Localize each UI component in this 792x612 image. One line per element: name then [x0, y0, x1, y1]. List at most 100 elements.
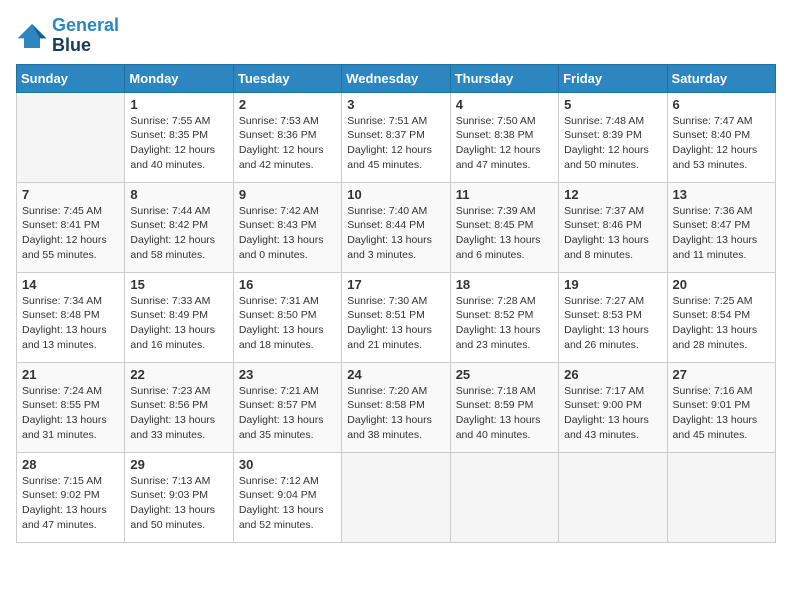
- calendar-cell: [17, 92, 125, 182]
- day-detail: Sunrise: 7:18 AMSunset: 8:59 PMDaylight:…: [456, 384, 553, 443]
- day-detail: Sunrise: 7:40 AMSunset: 8:44 PMDaylight:…: [347, 204, 444, 263]
- day-detail: Sunrise: 7:12 AMSunset: 9:04 PMDaylight:…: [239, 474, 336, 533]
- calendar-cell: 13Sunrise: 7:36 AMSunset: 8:47 PMDayligh…: [667, 182, 775, 272]
- day-detail: Sunrise: 7:33 AMSunset: 8:49 PMDaylight:…: [130, 294, 227, 353]
- calendar-cell: 22 Sunrise: 7:23 AMSunset: 8:56 PMDayligh…: [125, 362, 233, 452]
- day-detail: Sunrise: 7:30 AMSunset: 8:51 PMDaylight:…: [347, 294, 444, 353]
- calendar-cell: 15 Sunrise: 7:33 AMSunset: 8:49 PMDayligh…: [125, 272, 233, 362]
- day-number: 11: [456, 187, 553, 202]
- calendar-cell: 20Sunrise: 7:25 AMSunset: 8:54 PMDayligh…: [667, 272, 775, 362]
- calendar-cell: 27 Sunrise: 7:16 AMSunset: 9:01 PMDayligh…: [667, 362, 775, 452]
- day-detail: Sunrise: 7:34 AMSunset: 8:48 PMDaylight:…: [22, 294, 119, 353]
- header: General Blue: [16, 16, 776, 56]
- day-number: 24: [347, 367, 444, 382]
- calendar-cell: 24 Sunrise: 7:20 AMSunset: 8:58 PMDayligh…: [342, 362, 450, 452]
- day-number: 27: [673, 367, 770, 382]
- calendar-cell: 3 Sunrise: 7:51 AMSunset: 8:37 PMDaylight…: [342, 92, 450, 182]
- calendar-cell: 30 Sunrise: 7:12 AMSunset: 9:04 PMDayligh…: [233, 452, 341, 542]
- weekday-header-wednesday: Wednesday: [342, 64, 450, 92]
- day-detail: Sunrise: 7:25 AMSunset: 8:54 PMDaylight:…: [673, 294, 770, 353]
- day-detail: Sunrise: 7:39 AMSunset: 8:45 PMDaylight:…: [456, 204, 553, 263]
- calendar-cell: 9 Sunrise: 7:42 AMSunset: 8:43 PMDaylight…: [233, 182, 341, 272]
- logo-icon: [16, 22, 48, 50]
- day-number: 1: [130, 97, 227, 112]
- day-detail: Sunrise: 7:28 AMSunset: 8:52 PMDaylight:…: [456, 294, 553, 353]
- calendar-cell: 19Sunrise: 7:27 AMSunset: 8:53 PMDayligh…: [559, 272, 667, 362]
- calendar-cell: 8 Sunrise: 7:44 AMSunset: 8:42 PMDaylight…: [125, 182, 233, 272]
- weekday-header-thursday: Thursday: [450, 64, 558, 92]
- day-detail: Sunrise: 7:42 AMSunset: 8:43 PMDaylight:…: [239, 204, 336, 263]
- calendar-cell: 5 Sunrise: 7:48 AMSunset: 8:39 PMDaylight…: [559, 92, 667, 182]
- day-number: 5: [564, 97, 661, 112]
- calendar-cell: 25 Sunrise: 7:18 AMSunset: 8:59 PMDayligh…: [450, 362, 558, 452]
- day-number: 6: [673, 97, 770, 112]
- day-detail: Sunrise: 7:27 AMSunset: 8:53 PMDaylight:…: [564, 294, 661, 353]
- weekday-header-tuesday: Tuesday: [233, 64, 341, 92]
- day-number: 4: [456, 97, 553, 112]
- calendar-cell: 29 Sunrise: 7:13 AMSunset: 9:03 PMDayligh…: [125, 452, 233, 542]
- day-detail: Sunrise: 7:36 AMSunset: 8:47 PMDaylight:…: [673, 204, 770, 263]
- day-detail: Sunrise: 7:24 AMSunset: 8:55 PMDaylight:…: [22, 384, 119, 443]
- calendar-cell: 11 Sunrise: 7:39 AMSunset: 8:45 PMDayligh…: [450, 182, 558, 272]
- day-detail: Sunrise: 7:48 AMSunset: 8:39 PMDaylight:…: [564, 114, 661, 173]
- day-number: 26: [564, 367, 661, 382]
- logo-text: General Blue: [52, 16, 119, 56]
- day-number: 17: [347, 277, 444, 292]
- day-number: 29: [130, 457, 227, 472]
- day-number: 9: [239, 187, 336, 202]
- day-detail: Sunrise: 7:23 AMSunset: 8:56 PMDaylight:…: [130, 384, 227, 443]
- day-number: 28: [22, 457, 119, 472]
- calendar-cell: 12 Sunrise: 7:37 AMSunset: 8:46 PMDayligh…: [559, 182, 667, 272]
- day-number: 30: [239, 457, 336, 472]
- day-detail: Sunrise: 7:47 AMSunset: 8:40 PMDaylight:…: [673, 114, 770, 173]
- day-number: 15: [130, 277, 227, 292]
- calendar-cell: 6 Sunrise: 7:47 AMSunset: 8:40 PMDaylight…: [667, 92, 775, 182]
- day-number: 22: [130, 367, 227, 382]
- calendar-cell: 7Sunrise: 7:45 AMSunset: 8:41 PMDaylight…: [17, 182, 125, 272]
- calendar-cell: 28 Sunrise: 7:15 AMSunset: 9:02 PMDayligh…: [17, 452, 125, 542]
- calendar-cell: [559, 452, 667, 542]
- day-number: 12: [564, 187, 661, 202]
- calendar-week-row: 28 Sunrise: 7:15 AMSunset: 9:02 PMDayligh…: [17, 452, 776, 542]
- day-detail: Sunrise: 7:20 AMSunset: 8:58 PMDaylight:…: [347, 384, 444, 443]
- day-detail: Sunrise: 7:37 AMSunset: 8:46 PMDaylight:…: [564, 204, 661, 263]
- calendar-cell: 2Sunrise: 7:53 AMSunset: 8:36 PMDaylight…: [233, 92, 341, 182]
- day-number: 23: [239, 367, 336, 382]
- day-detail: Sunrise: 7:55 AMSunset: 8:35 PMDaylight:…: [130, 114, 227, 173]
- day-number: 25: [456, 367, 553, 382]
- calendar-cell: [450, 452, 558, 542]
- weekday-header-monday: Monday: [125, 64, 233, 92]
- day-detail: Sunrise: 7:16 AMSunset: 9:01 PMDaylight:…: [673, 384, 770, 443]
- day-number: 18: [456, 277, 553, 292]
- calendar-cell: 1 Sunrise: 7:55 AMSunset: 8:35 PMDaylight…: [125, 92, 233, 182]
- weekday-header-sunday: Sunday: [17, 64, 125, 92]
- weekday-header-row: SundayMondayTuesdayWednesdayThursdayFrid…: [17, 64, 776, 92]
- calendar-cell: 21Sunrise: 7:24 AMSunset: 8:55 PMDayligh…: [17, 362, 125, 452]
- day-detail: Sunrise: 7:15 AMSunset: 9:02 PMDaylight:…: [22, 474, 119, 533]
- calendar-cell: 4 Sunrise: 7:50 AMSunset: 8:38 PMDaylight…: [450, 92, 558, 182]
- day-number: 8: [130, 187, 227, 202]
- calendar-week-row: 14 Sunrise: 7:34 AMSunset: 8:48 PMDayligh…: [17, 272, 776, 362]
- day-detail: Sunrise: 7:45 AMSunset: 8:41 PMDaylight:…: [22, 204, 119, 263]
- day-number: 10: [347, 187, 444, 202]
- day-number: 14: [22, 277, 119, 292]
- calendar-week-row: 1 Sunrise: 7:55 AMSunset: 8:35 PMDaylight…: [17, 92, 776, 182]
- calendar-cell: 16 Sunrise: 7:31 AMSunset: 8:50 PMDayligh…: [233, 272, 341, 362]
- day-detail: Sunrise: 7:44 AMSunset: 8:42 PMDaylight:…: [130, 204, 227, 263]
- day-detail: Sunrise: 7:31 AMSunset: 8:50 PMDaylight:…: [239, 294, 336, 353]
- day-detail: Sunrise: 7:13 AMSunset: 9:03 PMDaylight:…: [130, 474, 227, 533]
- calendar-cell: 17 Sunrise: 7:30 AMSunset: 8:51 PMDayligh…: [342, 272, 450, 362]
- day-detail: Sunrise: 7:51 AMSunset: 8:37 PMDaylight:…: [347, 114, 444, 173]
- logo: General Blue: [16, 16, 119, 56]
- calendar-cell: 10 Sunrise: 7:40 AMSunset: 8:44 PMDayligh…: [342, 182, 450, 272]
- calendar-cell: 14 Sunrise: 7:34 AMSunset: 8:48 PMDayligh…: [17, 272, 125, 362]
- weekday-header-friday: Friday: [559, 64, 667, 92]
- day-detail: Sunrise: 7:50 AMSunset: 8:38 PMDaylight:…: [456, 114, 553, 173]
- day-number: 3: [347, 97, 444, 112]
- calendar-cell: 18 Sunrise: 7:28 AMSunset: 8:52 PMDayligh…: [450, 272, 558, 362]
- day-number: 16: [239, 277, 336, 292]
- calendar-table: SundayMondayTuesdayWednesdayThursdayFrid…: [16, 64, 776, 543]
- weekday-header-saturday: Saturday: [667, 64, 775, 92]
- calendar-week-row: 21Sunrise: 7:24 AMSunset: 8:55 PMDayligh…: [17, 362, 776, 452]
- calendar-cell: [667, 452, 775, 542]
